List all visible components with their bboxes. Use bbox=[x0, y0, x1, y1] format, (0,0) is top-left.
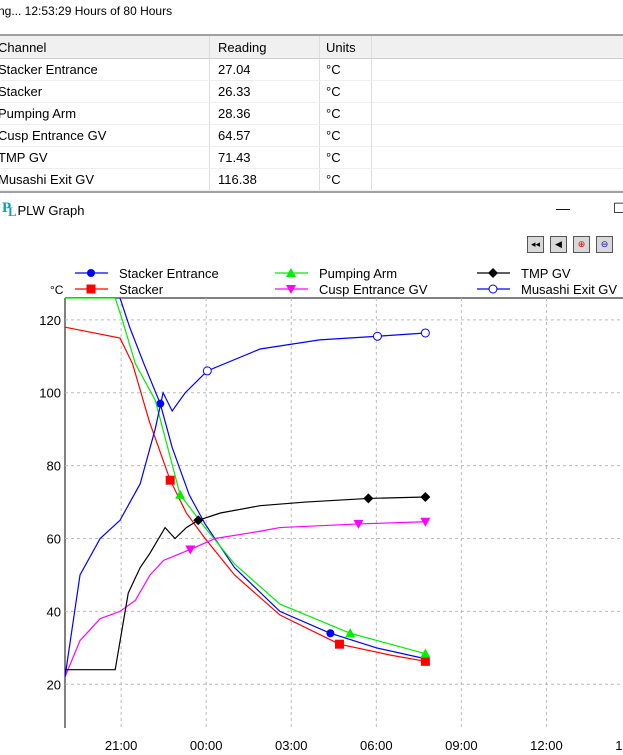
channel-table: Channel Reading Units Stacker Entrance 27… bbox=[0, 34, 623, 193]
y-tick-label: 100 bbox=[39, 386, 61, 401]
table-row[interactable]: TMP GV 71.43 °C bbox=[0, 147, 623, 169]
x-tick-label: 15:00 bbox=[615, 738, 623, 753]
channel-name: Stacker Entrance bbox=[0, 59, 210, 80]
units-value: °C bbox=[320, 169, 372, 190]
legend-label: Pumping Arm bbox=[319, 266, 397, 281]
plw-logo-icon: PL bbox=[2, 200, 17, 219]
channel-name: Stacker bbox=[0, 81, 210, 102]
legend-marker-icon bbox=[87, 269, 95, 277]
reading-value: 27.04 bbox=[210, 59, 320, 80]
data-point-stacker-entrance bbox=[326, 629, 335, 638]
table-row[interactable]: Musashi Exit GV 116.38 °C bbox=[0, 169, 623, 191]
legend-label: TMP GV bbox=[521, 266, 571, 281]
x-tick-label: 09:00 bbox=[445, 738, 478, 753]
y-tick-label: 40 bbox=[47, 604, 61, 619]
progress-status: ng... 12:53:29 Hours of 80 Hours bbox=[0, 4, 173, 18]
back-button[interactable]: ◀ bbox=[550, 236, 567, 253]
zoom-out-button[interactable]: ⊖ bbox=[596, 236, 613, 253]
data-point-musashi-exit-gv bbox=[202, 366, 212, 376]
data-point-stacker bbox=[420, 656, 430, 666]
data-point-cusp-entrance-gv bbox=[185, 545, 196, 555]
data-point-stacker bbox=[334, 639, 344, 649]
units-value: °C bbox=[320, 103, 372, 124]
data-point-musashi-exit-gv bbox=[372, 331, 382, 341]
y-tick-label: 80 bbox=[47, 459, 61, 474]
x-tick-label: 00:00 bbox=[190, 738, 223, 753]
series-line-musashi-exit-gv bbox=[65, 332, 426, 678]
y-tick-label: 20 bbox=[47, 677, 61, 692]
units-value: °C bbox=[320, 81, 372, 102]
reading-value: 116.38 bbox=[210, 169, 320, 190]
table-row[interactable]: Stacker 26.33 °C bbox=[0, 81, 623, 103]
table-row[interactable]: Stacker Entrance 27.04 °C bbox=[0, 59, 623, 81]
temperature-chart: 20 40 60 80 100 120 21:00 00:00 03:00 06:00 09:00 1… bbox=[39, 266, 623, 753]
table-header: Channel Reading Units bbox=[0, 36, 623, 59]
column-header-units[interactable]: Units bbox=[320, 36, 372, 58]
channel-name: Musashi Exit GV bbox=[0, 169, 210, 190]
legend-label: Stacker Entrance bbox=[119, 266, 219, 281]
graph-window-title: PL PLW Graph bbox=[2, 200, 84, 220]
units-value: °C bbox=[320, 147, 372, 168]
reading-value: 71.43 bbox=[210, 147, 320, 168]
series-line-cusp-entrance-gv bbox=[65, 521, 426, 678]
channel-name: Pumping Arm bbox=[0, 103, 210, 124]
y-axis-unit: °C bbox=[50, 283, 64, 297]
series-line-tmp-gv bbox=[65, 496, 426, 671]
channel-name: Cusp Entrance GV bbox=[0, 125, 210, 146]
legend-label: Cusp Entrance GV bbox=[319, 282, 428, 297]
maximize-button[interactable]: ☐ bbox=[613, 200, 623, 217]
table-row[interactable]: Cusp Entrance GV 64.57 °C bbox=[0, 125, 623, 147]
x-tick-label: 12:00 bbox=[530, 738, 563, 753]
x-tick-label: 03:00 bbox=[275, 738, 308, 753]
legend-marker-icon bbox=[488, 268, 498, 278]
reading-value: 28.36 bbox=[210, 103, 320, 124]
legend-marker-icon bbox=[488, 284, 498, 294]
column-header-reading[interactable]: Reading bbox=[210, 36, 320, 58]
graph-title: PLW Graph bbox=[17, 202, 85, 218]
units-value: °C bbox=[320, 59, 372, 80]
reading-value: 64.57 bbox=[210, 125, 320, 146]
data-point-tmp-gv bbox=[363, 493, 374, 504]
legend-marker-icon bbox=[86, 284, 96, 294]
rewind-button[interactable]: ◂◂ bbox=[527, 236, 544, 253]
minimize-button[interactable]: — bbox=[556, 200, 570, 216]
reading-value: 26.33 bbox=[210, 81, 320, 102]
channel-name: TMP GV bbox=[0, 147, 210, 168]
legend-label: Stacker bbox=[119, 282, 164, 297]
y-tick-label: 120 bbox=[39, 313, 61, 328]
column-header-channel[interactable]: Channel bbox=[0, 36, 210, 58]
x-tick-label: 21:00 bbox=[105, 738, 138, 753]
data-point-musashi-exit-gv bbox=[420, 328, 430, 338]
y-tick-label: 60 bbox=[47, 532, 61, 547]
units-value: °C bbox=[320, 125, 372, 146]
table-row[interactable]: Pumping Arm 28.36 °C bbox=[0, 103, 623, 125]
data-point-stacker bbox=[165, 475, 175, 485]
zoom-in-button[interactable]: ⊕ bbox=[573, 236, 590, 253]
data-point-pumping-arm bbox=[345, 628, 356, 638]
data-point-tmp-gv bbox=[420, 491, 431, 502]
legend-label: Musashi Exit GV bbox=[521, 282, 617, 297]
x-tick-label: 06:00 bbox=[360, 738, 393, 753]
series-line-pumping-arm bbox=[65, 298, 426, 655]
